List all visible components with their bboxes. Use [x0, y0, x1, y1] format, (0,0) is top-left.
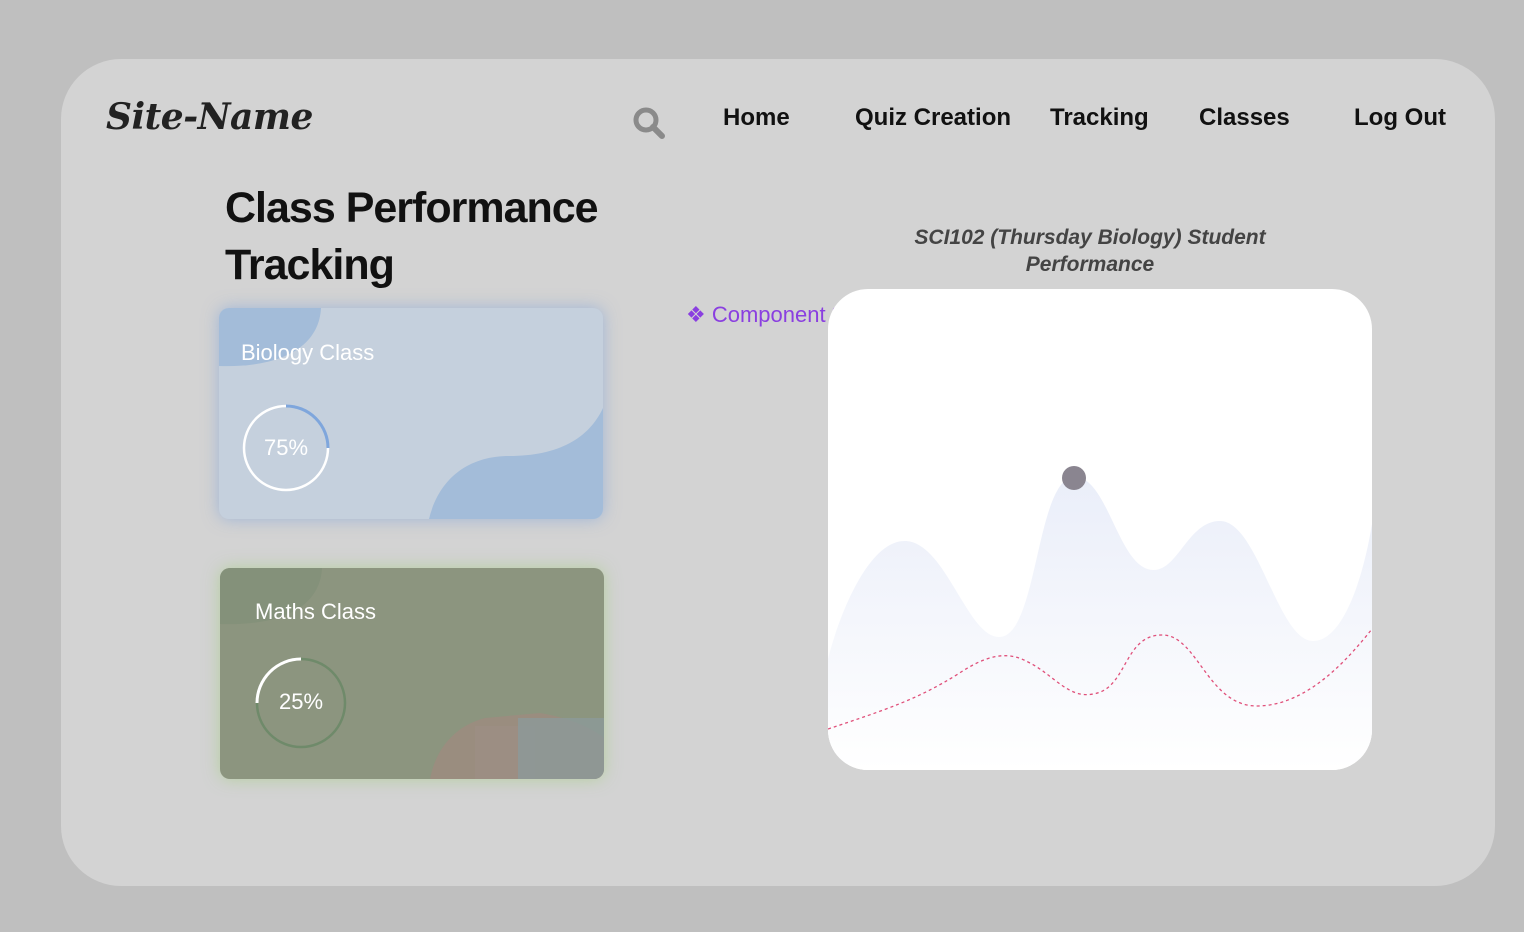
performance-area [828, 476, 1372, 770]
page-title: Class Performance Tracking [225, 180, 645, 294]
nav-tracking[interactable]: Tracking [1050, 104, 1149, 132]
biology-class-card[interactable]: Biology Class 75% [219, 308, 603, 519]
progress-label: 25% [278, 689, 324, 714]
nav-classes[interactable]: Classes [1199, 104, 1290, 132]
performance-chart-graphic [828, 466, 1372, 770]
page-title-line1: Class Performance [225, 184, 599, 232]
component-label: ❖ Component 3 [686, 302, 844, 327]
maths-class-card[interactable]: Maths Class 25% [220, 568, 604, 779]
card-title: Biology Class [241, 340, 375, 365]
chart-title: SCI102 (Thursday Biology) Student Perfor… [914, 226, 1266, 276]
card-title: Maths Class [255, 599, 377, 624]
site-logo[interactable]: Site-Name [106, 96, 313, 138]
nav-quiz-creation[interactable]: Quiz Creation [855, 104, 1011, 132]
progress-ring: 75% [241, 403, 331, 493]
peak-marker[interactable] [1062, 466, 1086, 490]
progress-ring: 25% [254, 656, 348, 750]
page-title-line2: Tracking [225, 241, 395, 289]
nav-home[interactable]: Home [723, 104, 790, 132]
performance-chart [828, 289, 1372, 770]
nav-log-out[interactable]: Log Out [1354, 104, 1446, 132]
search-icon[interactable] [632, 106, 666, 140]
progress-label: 75% [263, 435, 309, 460]
